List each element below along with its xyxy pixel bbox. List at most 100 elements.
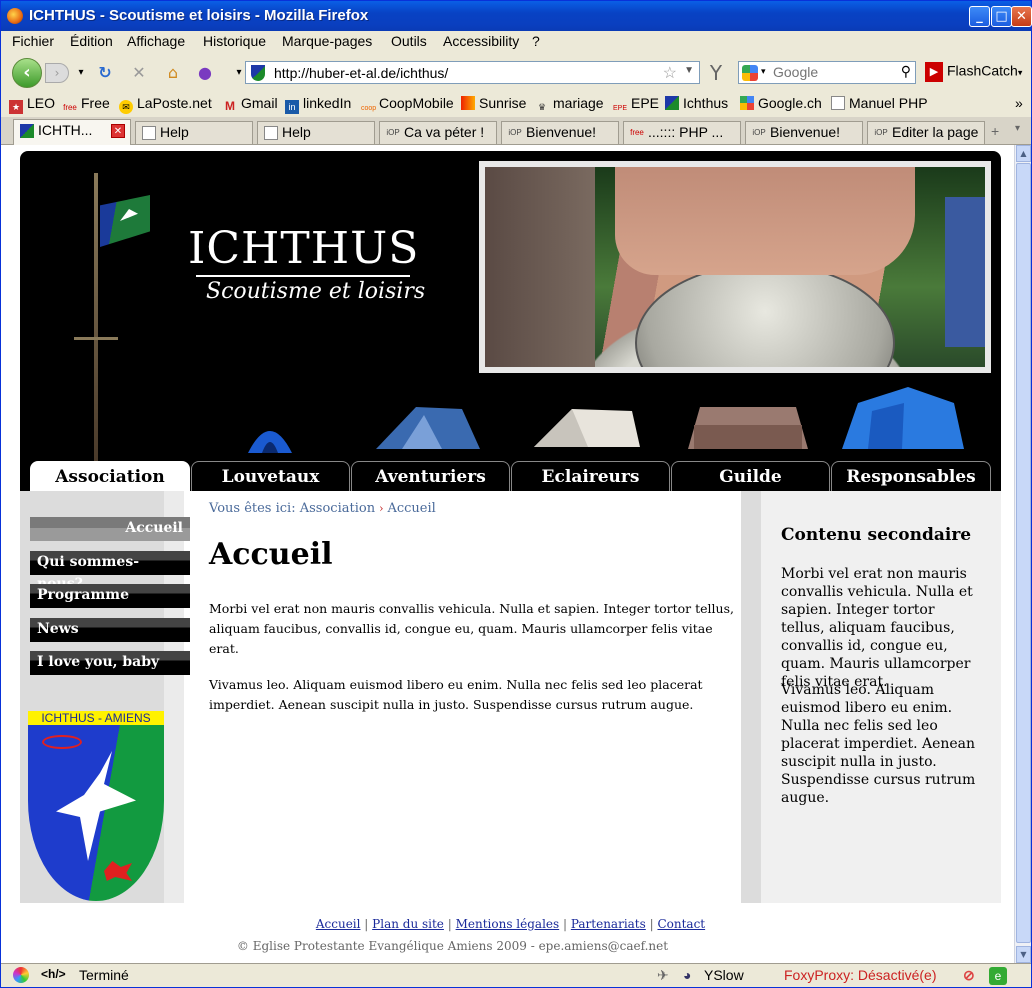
- flashcatch-button[interactable]: ▶ FlashCatch▾: [925, 62, 1022, 82]
- menu-bar: Fichier Édition Affichage Historique Mar…: [1, 31, 1031, 53]
- bookmark-linkedin[interactable]: in linkedIn: [285, 95, 351, 114]
- bookmark-star-icon[interactable]: ☆: [663, 63, 677, 83]
- bookmark-gmail[interactable]: M Gmail: [223, 95, 278, 113]
- bookmark-laposte[interactable]: ✉ LaPoste.net: [119, 95, 212, 114]
- html-validator-icon[interactable]: <h/>: [41, 967, 66, 981]
- menu-accessibility[interactable]: Accessibility: [443, 33, 519, 49]
- bookmark-sunrise[interactable]: Sunrise: [461, 95, 526, 111]
- footer-link-plan-du-site[interactable]: Plan du site: [372, 917, 444, 931]
- footer-link-partenariats[interactable]: Partenariats: [571, 917, 646, 931]
- bookmark-epe[interactable]: EPE EPE: [613, 95, 659, 116]
- menu-fichier[interactable]: Fichier: [12, 33, 54, 49]
- colorzilla-icon[interactable]: [13, 967, 29, 983]
- extension-icon[interactable]: ✈: [657, 967, 669, 984]
- history-dropdown-icon[interactable]: ▾: [71, 63, 91, 83]
- menu-edition[interactable]: Édition: [70, 33, 113, 49]
- scroll-thumb[interactable]: [1016, 163, 1031, 943]
- google-icon[interactable]: [742, 65, 758, 81]
- forward-button[interactable]: ›: [45, 63, 69, 83]
- crest-label: ICHTHUS - AMIENS: [28, 711, 164, 725]
- sidebar-item-news[interactable]: News: [30, 618, 190, 642]
- footer-links: Accueil | Plan du site | Mentions légale…: [315, 917, 706, 931]
- secondary-paragraph: Morbi vel erat non mauris convallis vehi…: [781, 566, 973, 690]
- search-engine-dropdown-icon[interactable]: ▾: [761, 66, 766, 77]
- bookmark-google-ch[interactable]: Google.ch: [740, 95, 822, 111]
- tab-close-icon[interactable]: ✕: [111, 124, 125, 138]
- tab-editer-la-page[interactable]: iOP Editer la page: [867, 121, 985, 144]
- tab-help-2[interactable]: Help: [257, 121, 375, 144]
- page-title: Accueil: [209, 537, 333, 572]
- sidebar-item-qui-sommes-nous[interactable]: Qui sommes-nous?: [30, 551, 190, 592]
- bookmark-free[interactable]: free Free: [63, 95, 110, 115]
- tab-php[interactable]: free...:::: PHP ...: [623, 121, 741, 144]
- new-tab-icon[interactable]: +: [991, 123, 999, 139]
- footer-link-accueil[interactable]: Accueil: [316, 917, 361, 931]
- vertical-scrollbar[interactable]: ▲ ▼: [1014, 145, 1031, 963]
- page-viewport: ICHTHUS Scoutisme et loisirs Association…: [1, 145, 1014, 963]
- maximize-button[interactable]: □: [991, 6, 1012, 27]
- search-input[interactable]: [773, 64, 893, 80]
- yslow-icon[interactable]: ◕: [683, 967, 691, 983]
- reload-icon[interactable]: ↻: [95, 63, 115, 83]
- yslow-status[interactable]: YSlow: [704, 967, 744, 983]
- nav-tab-eclaireurs[interactable]: Eclaireurs: [511, 461, 670, 491]
- sidebar-item-programme[interactable]: Programme: [30, 584, 190, 608]
- tab-ichthus[interactable]: ICHTH... ✕: [13, 119, 131, 145]
- url-dropdown-icon[interactable]: ▼: [684, 65, 694, 76]
- nav-tab-aventuriers[interactable]: Aventuriers: [351, 461, 510, 491]
- menu-historique[interactable]: Historique: [203, 33, 266, 49]
- yslow-toolbar-icon[interactable]: Y: [706, 63, 726, 83]
- stop-icon[interactable]: ✕: [129, 63, 149, 83]
- menu-help[interactable]: ?: [532, 33, 540, 49]
- footer-link-contact[interactable]: Contact: [657, 917, 705, 931]
- url-text: http://huber-et-al.de/ichthus/: [274, 65, 449, 81]
- close-button[interactable]: ✕: [1011, 6, 1032, 27]
- left-sidebar: Accueil Qui sommes-nous? Programme News …: [20, 491, 190, 903]
- breadcrumb-current[interactable]: Accueil: [387, 501, 435, 516]
- bookmark-coopmobile[interactable]: coop CoopMobile: [361, 95, 454, 116]
- nav-tab-responsables[interactable]: Responsables: [831, 461, 991, 491]
- foxyproxy-status[interactable]: FoxyProxy: Désactivé(e): [784, 967, 936, 983]
- footer-link-mentions-legales[interactable]: Mentions légales: [456, 917, 560, 931]
- bookmark-leo[interactable]: ★ LEO: [9, 95, 55, 114]
- bookmarks-overflow-icon[interactable]: »: [1015, 95, 1023, 111]
- main-nav: Association Louvetaux Aventuriers Eclair…: [20, 461, 1001, 491]
- tab-help-1[interactable]: Help: [135, 121, 253, 144]
- nav-tab-guilde[interactable]: Guilde: [671, 461, 830, 491]
- bookmark-mariage[interactable]: ♛ mariage: [535, 95, 604, 114]
- status-text: Terminé: [79, 967, 129, 983]
- content-paragraph: Morbi vel erat non mauris convallis vehi…: [209, 601, 734, 656]
- nav-tab-association[interactable]: Association: [30, 461, 190, 491]
- tab-bienvenue-1[interactable]: iOP Bienvenue!: [501, 121, 619, 144]
- fish-icon: [42, 735, 82, 749]
- minimize-button[interactable]: _: [969, 6, 990, 27]
- tab-bienvenue-2[interactable]: iOP Bienvenue!: [745, 121, 863, 144]
- block-icon[interactable]: ⊘: [963, 967, 975, 984]
- home-icon[interactable]: ⌂: [163, 63, 183, 83]
- bird-icon: [56, 751, 136, 861]
- scroll-down-icon[interactable]: ▼: [1016, 946, 1031, 963]
- secondary-paragraph: Vivamus leo. Aliquam euismod libero eu e…: [781, 682, 976, 806]
- addon-icon[interactable]: ●: [195, 63, 215, 83]
- url-bar[interactable]: http://huber-et-al.de/ichthus/ ☆ ▼: [245, 61, 700, 84]
- menu-affichage[interactable]: Affichage: [127, 33, 185, 49]
- menu-outils[interactable]: Outils: [391, 33, 427, 49]
- bookmark-ichthus[interactable]: Ichthus: [665, 95, 728, 111]
- search-icon[interactable]: ⚲: [901, 63, 911, 80]
- navigation-toolbar: ‹ › ▾ ↻ ✕ ⌂ ● ▾ http://huber-et-al.de/ic…: [1, 54, 1031, 92]
- menu-marque-pages[interactable]: Marque-pages: [282, 33, 372, 49]
- sidebar-item-accueil[interactable]: Accueil: [30, 517, 190, 541]
- tab-ca-va-peter[interactable]: iOP Ca va péter !: [379, 121, 497, 144]
- evernote-icon[interactable]: e: [989, 967, 1007, 985]
- site-logo-title[interactable]: ICHTHUS: [188, 223, 419, 274]
- nav-tab-louvetaux[interactable]: Louvetaux: [191, 461, 350, 491]
- tab-list-icon[interactable]: ▾: [1015, 123, 1020, 134]
- search-box[interactable]: ▾ ⚲: [738, 61, 916, 84]
- crest-logo: ICHTHUS - AMIENS: [28, 711, 164, 901]
- sidebar-item-i-love-you-baby[interactable]: I love you, baby: [30, 651, 190, 675]
- bookmark-manuel-php[interactable]: Manuel PHP: [831, 95, 928, 111]
- status-bar: <h/> Terminé ✈ ◕ YSlow FoxyProxy: Désact…: [1, 963, 1031, 987]
- back-button[interactable]: ‹: [12, 58, 42, 88]
- breadcrumb-section-link[interactable]: Association: [300, 501, 375, 516]
- scroll-up-icon[interactable]: ▲: [1016, 145, 1031, 162]
